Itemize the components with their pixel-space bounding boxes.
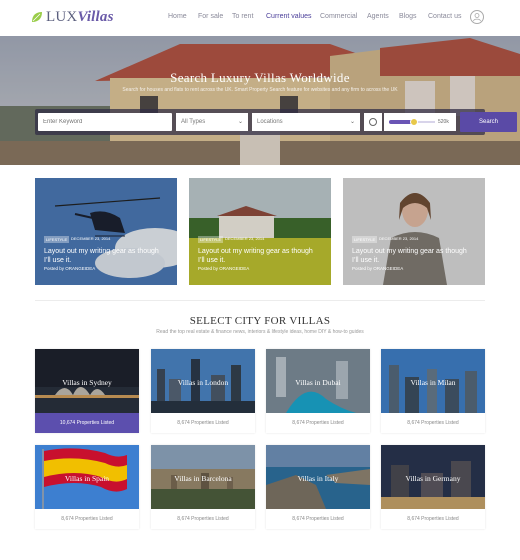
keyword-input[interactable] bbox=[38, 113, 172, 131]
city-name: Villas in Spain bbox=[64, 474, 110, 483]
circle-icon bbox=[369, 118, 377, 126]
post-title[interactable]: Layout out my writing gear as though I’l… bbox=[198, 247, 318, 265]
nav-item[interactable]: Current values bbox=[266, 13, 312, 20]
properties-count: 8,674 Properties Listed bbox=[61, 516, 113, 522]
post-date: DECEMBER 23, 2014 bbox=[71, 236, 111, 241]
price-range-slider[interactable]: 520k bbox=[384, 113, 456, 131]
properties-count: 8,674 Properties Listed bbox=[292, 420, 344, 426]
search-button[interactable]: Search bbox=[460, 112, 517, 132]
leaf-logo-icon bbox=[32, 12, 42, 22]
blog-card[interactable]: LIFESTYLE DECEMBER 23, 2014 Layout out m… bbox=[189, 178, 331, 285]
city-name: Villas in Germany bbox=[405, 474, 461, 483]
nav-item[interactable]: To rent bbox=[232, 13, 253, 20]
properties-count: 10,674 Properties Listed bbox=[35, 413, 139, 433]
nav-item[interactable]: Commercial bbox=[320, 13, 357, 20]
city-name: Villas in Barcelona bbox=[174, 474, 232, 483]
logo-suffix: Villas bbox=[77, 8, 114, 25]
logo-prefix: LUX bbox=[46, 8, 78, 25]
properties-count: 8,674 Properties Listed bbox=[177, 420, 229, 426]
nav-item[interactable]: Contact us bbox=[428, 13, 461, 20]
radius-toggle[interactable] bbox=[364, 113, 382, 131]
city-card-italy[interactable]: Villas in Italy 8,674 Properties Listed bbox=[266, 445, 370, 529]
chevron-down-icon: ⌄ bbox=[237, 119, 243, 125]
post-title[interactable]: Layout out my writing gear as though I’l… bbox=[352, 247, 472, 265]
city-name: Villas in Italy bbox=[297, 474, 339, 483]
city-name: Villas in Dubai bbox=[295, 378, 341, 387]
city-card-barcelona[interactable]: Villas in Barcelona 8,674 Properties Lis… bbox=[151, 445, 255, 529]
blog-card[interactable]: LIFESTYLE DECEMBER 23, 2014 Layout out m… bbox=[343, 178, 485, 285]
post-title[interactable]: Layout out my writing gear as though I’l… bbox=[44, 247, 164, 265]
hero-banner: Search Luxury Villas Worldwide Search fo… bbox=[0, 36, 520, 165]
post-date: DECEMBER 23, 2014 bbox=[379, 236, 419, 241]
logo-text: LUXVillas bbox=[46, 9, 114, 26]
properties-count: 8,674 Properties Listed bbox=[292, 516, 344, 522]
nav-item[interactable]: For sale bbox=[198, 13, 223, 20]
slider-handle[interactable] bbox=[410, 118, 419, 126]
post-author: Posted by ORANGEIDEA bbox=[352, 266, 404, 271]
search-bar: All Types ⌄ Locations ⌄ 520k Search bbox=[35, 109, 517, 135]
hero-title: Search Luxury Villas Worldwide bbox=[170, 70, 350, 85]
properties-count: 8,674 Properties Listed bbox=[407, 516, 459, 522]
city-card-sydney[interactable]: Villas in Sydney 10,674 Properties Liste… bbox=[35, 349, 139, 433]
city-name: Villas in Milan bbox=[410, 378, 456, 387]
site-header: LUXVillas Home For sale To rent Current val… bbox=[0, 0, 520, 36]
type-select-value: All Types bbox=[181, 119, 206, 125]
location-select-value: Locations bbox=[257, 119, 283, 125]
properties-count: 8,674 Properties Listed bbox=[407, 420, 459, 426]
post-category[interactable]: LIFESTYLE bbox=[198, 236, 224, 243]
post-author: Posted by ORANGEIDEA bbox=[198, 266, 250, 271]
properties-count: 8,674 Properties Listed bbox=[177, 516, 229, 522]
city-card-london[interactable]: Villas in London 8,674 Properties Listed bbox=[151, 349, 255, 433]
post-date: DECEMBER 23, 2014 bbox=[225, 236, 265, 241]
city-name: Villas in Sydney bbox=[62, 378, 112, 387]
nav-item[interactable]: Blogs bbox=[399, 13, 417, 20]
city-card-germany[interactable]: Villas in Germany 8,674 Properties Liste… bbox=[381, 445, 485, 529]
nav-item[interactable]: Home bbox=[168, 13, 187, 20]
type-select[interactable]: All Types ⌄ bbox=[176, 113, 248, 131]
city-name: Villas in London bbox=[177, 378, 229, 387]
section-title: SELECT CITY FOR VILLAS bbox=[189, 315, 331, 327]
user-circle-icon[interactable] bbox=[470, 10, 484, 24]
site-logo[interactable]: LUXVillas bbox=[30, 7, 114, 27]
slider-value: 520k bbox=[438, 119, 449, 125]
hero-subtitle: Search for houses and flats to rent acro… bbox=[122, 87, 398, 93]
city-card-milan[interactable]: Villas in Milan 8,674 Properties Listed bbox=[381, 349, 485, 433]
city-card-dubai[interactable]: Villas in Dubai 8,674 Properties Listed bbox=[266, 349, 370, 433]
hero-villa-image bbox=[0, 36, 520, 165]
post-category[interactable]: LIFESTYLE bbox=[44, 236, 70, 243]
city-card-spain[interactable]: Villas in Spain 8,674 Properties Listed bbox=[35, 445, 139, 529]
post-category[interactable]: LIFESTYLE bbox=[352, 236, 378, 243]
blog-card[interactable]: LIFESTYLE DECEMBER 23, 2014 Layout out m… bbox=[35, 178, 177, 285]
nav-item[interactable]: Agents bbox=[367, 13, 389, 20]
section-divider bbox=[35, 300, 485, 301]
section-subtitle: Read the top real estate & finance news,… bbox=[156, 329, 364, 335]
chevron-down-icon: ⌄ bbox=[349, 119, 355, 125]
post-author: Posted by ORANGEIDEA bbox=[44, 266, 96, 271]
location-select[interactable]: Locations ⌄ bbox=[252, 113, 360, 131]
